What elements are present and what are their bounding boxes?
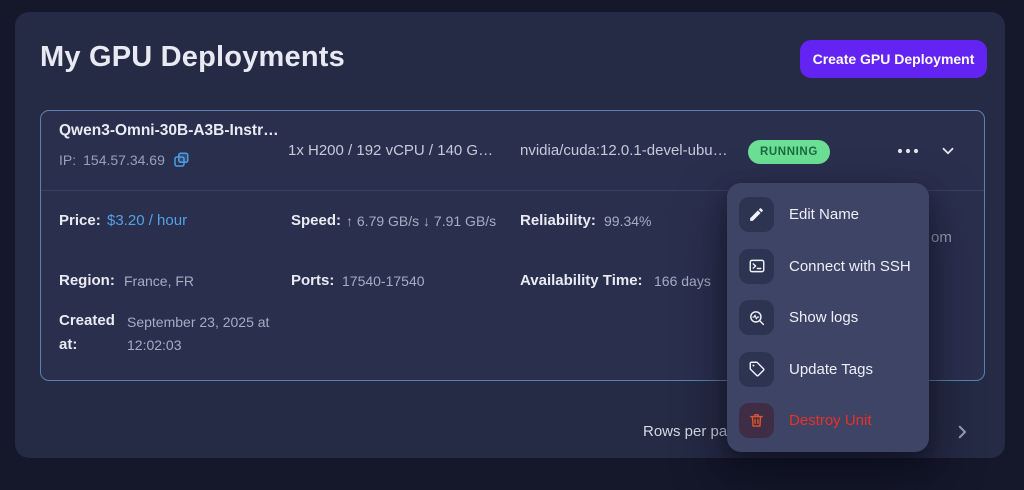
copy-icon xyxy=(172,151,190,169)
created-at-label: Created at: xyxy=(59,309,123,357)
menu-item-destroy-unit[interactable]: Destroy Unit xyxy=(727,397,929,445)
availability-label: Availability Time: xyxy=(520,272,643,289)
trash-icon xyxy=(739,403,774,438)
deployment-specs: 1x H200 / 192 vCPU / 140 G… xyxy=(288,142,493,159)
price-value: $3.20 / hour xyxy=(107,212,187,229)
deployment-name: Qwen3-Omni-30B-A3B-Instr… xyxy=(59,122,279,140)
create-gpu-deployment-button[interactable]: Create GPU Deployment xyxy=(800,40,987,78)
ip-value: 154.57.34.69 xyxy=(83,152,165,168)
ports-label: Ports: xyxy=(291,272,334,289)
speed-label: Speed: xyxy=(291,212,341,229)
deployment-image: nvidia/cuda:12.0.1-devel-ubu… xyxy=(520,142,728,159)
availability-value: 166 days xyxy=(654,273,711,289)
more-options-icon xyxy=(895,146,921,156)
next-page-button[interactable] xyxy=(946,417,978,447)
ip-label: IP: xyxy=(59,152,76,168)
price-label: Price: xyxy=(59,212,101,229)
copy-ip-button[interactable] xyxy=(172,151,190,169)
menu-item-label: Destroy Unit xyxy=(789,412,872,429)
menu-item-label: Update Tags xyxy=(789,361,873,378)
region-value: France, FR xyxy=(124,273,194,289)
region-label: Region: xyxy=(59,272,115,289)
deployment-actions-menu: Edit Name Connect with SSH Show logs xyxy=(727,183,929,452)
reliability-value: 99.34% xyxy=(604,213,651,229)
created-at-value-line1: September 23, 2025 at xyxy=(127,314,269,330)
speed-value: ↑ 6.79 GB/s ↓ 7.91 GB/s xyxy=(346,213,496,229)
menu-item-update-tags[interactable]: Update Tags xyxy=(727,345,929,393)
pencil-icon xyxy=(739,197,774,232)
menu-item-edit-name[interactable]: Edit Name xyxy=(727,191,929,239)
ports-value: 17540-17540 xyxy=(342,273,425,289)
menu-item-label: Connect with SSH xyxy=(789,258,911,275)
terminal-icon xyxy=(739,249,774,284)
menu-item-connect-ssh[interactable]: Connect with SSH xyxy=(727,242,929,290)
page-title: My GPU Deployments xyxy=(40,41,345,74)
menu-item-show-logs[interactable]: Show logs xyxy=(727,294,929,342)
logs-search-icon xyxy=(739,300,774,335)
tag-icon xyxy=(739,352,774,387)
chevron-down-icon xyxy=(939,142,957,160)
created-at-value-line2: 12:02:03 xyxy=(127,337,182,353)
reliability-label: Reliability: xyxy=(520,212,596,229)
menu-item-label: Show logs xyxy=(789,309,858,326)
menu-item-label: Edit Name xyxy=(789,206,859,223)
more-options-button[interactable] xyxy=(889,139,927,163)
occluded-text-fragment: om xyxy=(931,229,952,246)
chevron-right-icon xyxy=(953,423,971,441)
collapse-row-button[interactable] xyxy=(933,139,963,163)
status-badge: RUNNING xyxy=(748,140,830,164)
deployment-ip-row: IP: 154.57.34.69 xyxy=(59,151,190,169)
